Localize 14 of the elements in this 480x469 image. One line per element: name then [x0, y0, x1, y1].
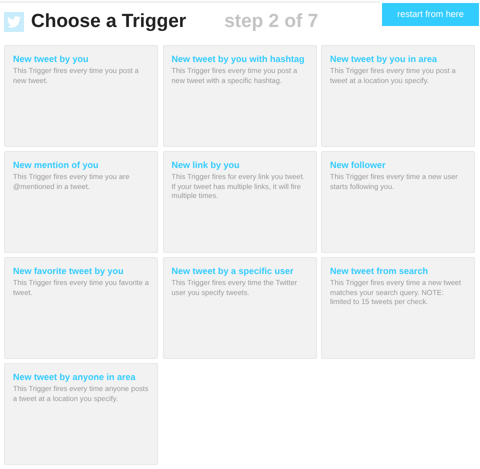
trigger-title: New tweet by you in area — [330, 54, 438, 65]
trigger-title: New tweet by you with hashtag — [172, 54, 306, 65]
trigger-title: New link by you — [172, 160, 241, 171]
trigger-title: New tweet by you — [13, 54, 90, 65]
step-indicator: step 2 of 7 — [224, 10, 318, 34]
bird-icon — [4, 12, 24, 32]
trigger-title: New tweet from search — [330, 266, 430, 277]
trigger-title: New favorite tweet by you — [13, 266, 125, 277]
trigger-title: New mention of you — [13, 160, 100, 171]
page-title: Choose a Trigger — [31, 10, 186, 34]
trigger-title: New tweet by anyone in area — [13, 372, 137, 383]
trigger-title: New tweet by a specific user — [172, 266, 295, 277]
trigger-title: New follower — [330, 160, 387, 171]
restart-button[interactable]: restart from here — [382, 3, 479, 26]
